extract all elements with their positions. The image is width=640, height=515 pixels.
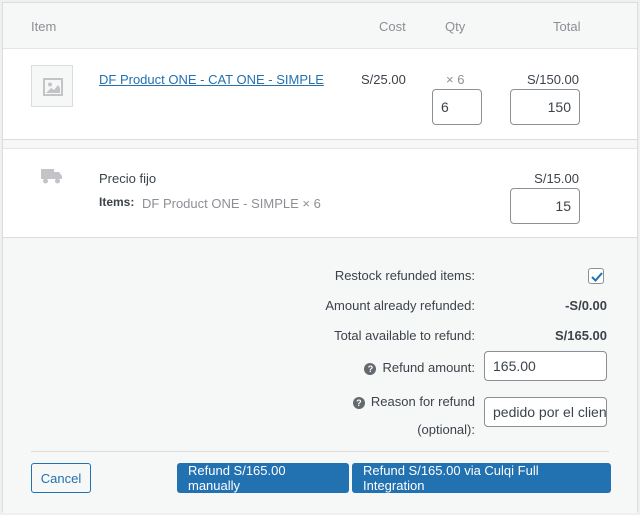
truck-icon [41, 169, 62, 184]
shipping-items-label: Items: [99, 195, 135, 209]
refund-amount-label-wrap: ? Refund amount: [364, 360, 475, 375]
refund-reason-optional: (optional): [417, 422, 475, 437]
already-refunded-value: -S/0.00 [565, 298, 607, 313]
shipping-name: Precio fijo [99, 171, 157, 186]
line-item-row: DF Product ONE - CAT ONE - SIMPLE S/25.0… [3, 49, 637, 140]
restock-label: Restock refunded items: [334, 268, 475, 283]
refund-summary: Restock refunded items: Amount already r… [3, 239, 637, 513]
table-header: Item Cost Qty Total [3, 3, 637, 49]
already-refunded-label: Amount already refunded: [325, 298, 475, 313]
refund-panel: Item Cost Qty Total DF Product ONE - CAT… [2, 2, 638, 513]
header-cost: Cost [379, 19, 406, 34]
restock-checkbox[interactable] [588, 268, 604, 284]
help-icon[interactable]: ? [364, 363, 377, 375]
refund-reason-label-wrap: ? Reason for refund [352, 394, 475, 409]
shipping-total: S/15.00 [534, 171, 579, 186]
header-total: Total [553, 19, 581, 34]
refund-amount-input[interactable]: 165.00 [484, 351, 607, 381]
refund-qty-input[interactable]: 6 [432, 89, 482, 125]
refund-amount-label: Refund amount: [382, 360, 475, 375]
refund-reason-label: Reason for refund [370, 394, 475, 409]
help-icon[interactable]: ? [352, 397, 365, 409]
item-cost: S/25.00 [361, 72, 406, 87]
available-label: Total available to refund: [334, 328, 475, 343]
header-item: Item [31, 19, 57, 34]
available-value: S/165.00 [554, 328, 607, 343]
product-link[interactable]: DF Product ONE - CAT ONE - SIMPLE [99, 72, 324, 87]
refund-shipping-input[interactable]: 15 [510, 188, 580, 224]
refund-line-total-input[interactable]: 150 [510, 89, 580, 125]
divider [31, 451, 609, 452]
header-qty: Qty [445, 19, 466, 34]
refund-via-gateway-button[interactable]: Refund S/165.00 via Culqi Full Integrati… [352, 463, 611, 493]
refund-reason-input[interactable]: pedido por el cliente [484, 397, 607, 427]
product-placeholder-icon [31, 65, 73, 107]
shipping-row: Precio fijo Items: DF Product ONE - SIMP… [3, 148, 637, 238]
item-qty: × 6 [446, 72, 465, 87]
cancel-button[interactable]: Cancel [31, 463, 91, 493]
refund-manually-button[interactable]: Refund S/165.00 manually [177, 463, 349, 493]
shipping-items-value: DF Product ONE - SIMPLE × 6 [142, 196, 321, 211]
item-total: S/150.00 [526, 72, 579, 87]
